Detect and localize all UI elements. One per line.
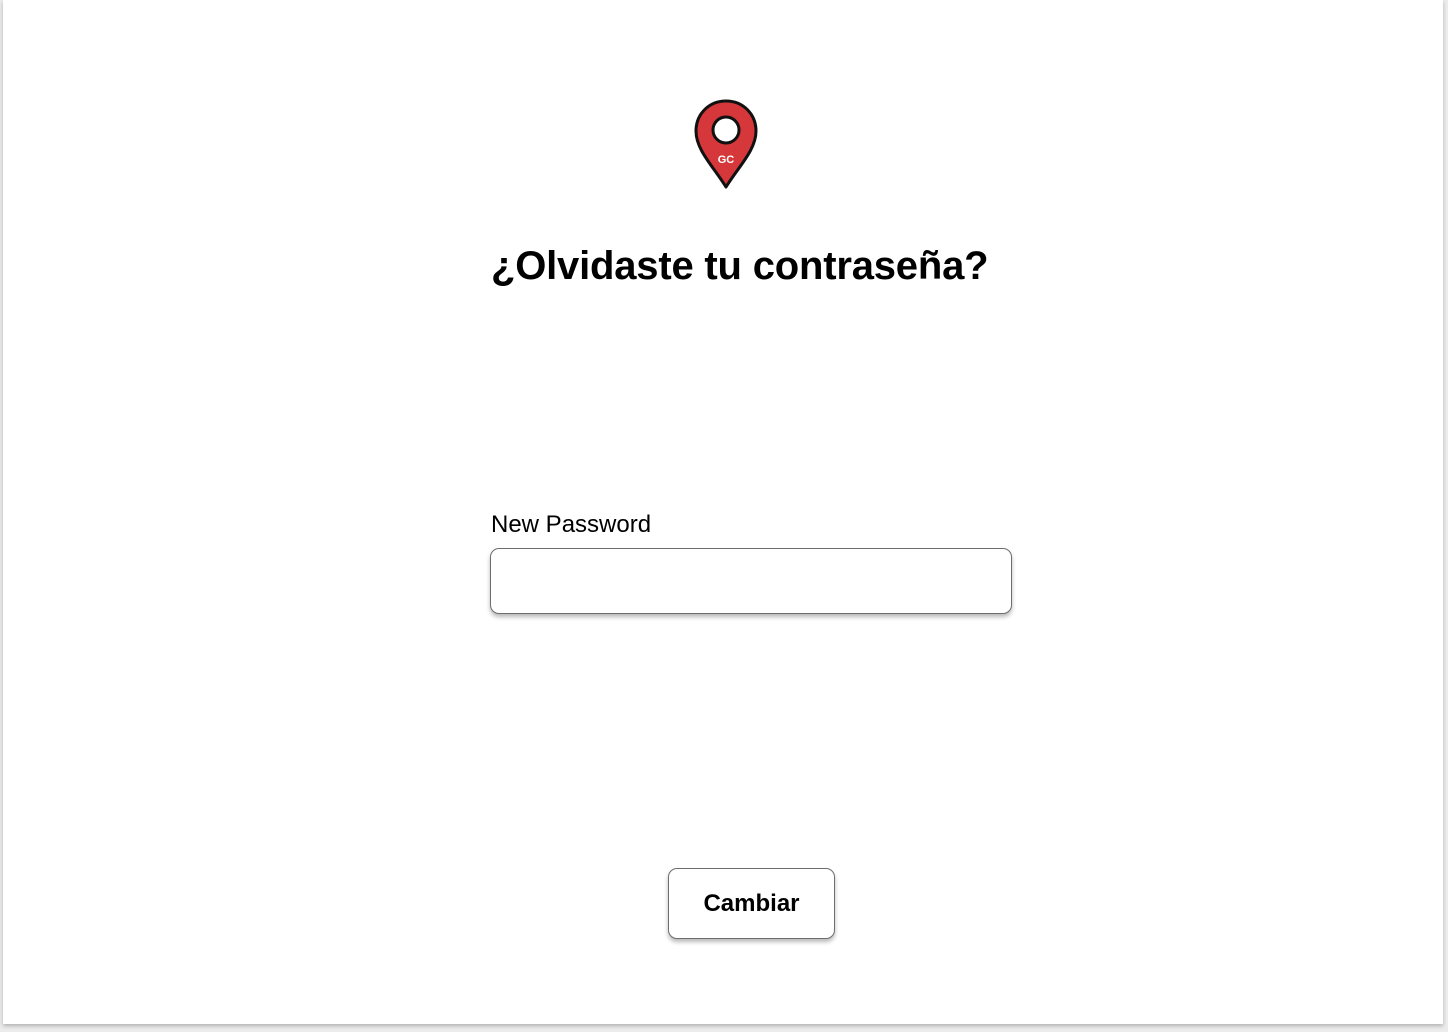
cambiar-button[interactable]: Cambiar — [668, 868, 835, 939]
new-password-label: New Password — [491, 511, 652, 538]
new-password-input[interactable] — [490, 548, 1012, 614]
page-title: ¿Olvidaste tu contraseña? — [491, 244, 989, 288]
logo-text: GC — [718, 154, 735, 166]
page-container: GC ¿Olvidaste tu contraseña? New Passwor… — [3, 0, 1443, 1024]
map-pin-icon: GC — [694, 99, 758, 189]
